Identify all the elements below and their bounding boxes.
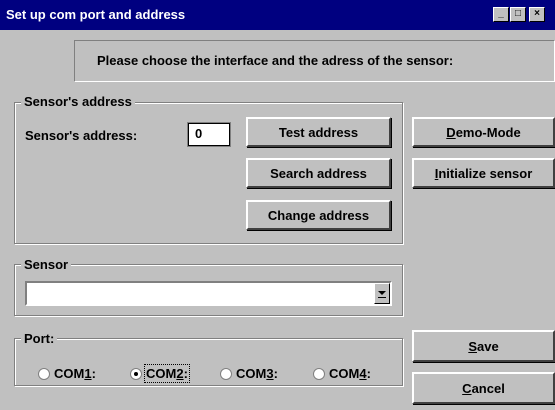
- radio-com1-label: COM1:: [54, 366, 96, 381]
- save-button[interactable]: Save: [412, 330, 555, 362]
- port-group-label: Port:: [21, 331, 58, 346]
- search-address-label: Search address: [270, 165, 367, 181]
- test-address-label: Test address: [278, 124, 359, 140]
- radio-com2-label: COM2:: [144, 364, 190, 383]
- radio-com1[interactable]: COM1:: [38, 366, 96, 381]
- instruction-panel: Please choose the interface and the adre…: [74, 40, 555, 82]
- cancel-button[interactable]: Cancel: [412, 372, 555, 404]
- cancel-label: Cancel: [462, 380, 505, 396]
- initialize-sensor-label: Initialize sensor: [434, 165, 533, 181]
- minimize-button[interactable]: _: [493, 7, 509, 22]
- change-address-button[interactable]: Change address: [246, 200, 391, 230]
- maximize-button[interactable]: □: [510, 7, 526, 22]
- search-address-button[interactable]: Search address: [246, 158, 391, 188]
- radio-com4-indicator: [313, 367, 325, 380]
- radio-com3-indicator: [220, 367, 232, 380]
- radio-com1-indicator: [38, 367, 50, 380]
- radio-com4-label: COM4:: [329, 366, 371, 381]
- test-address-button[interactable]: Test address: [246, 117, 391, 147]
- sensor-group-label: Sensor: [21, 257, 72, 272]
- window-title: Set up com port and address: [6, 7, 186, 22]
- demo-mode-button[interactable]: Demo-Mode: [412, 117, 555, 147]
- minimize-icon: _: [498, 8, 504, 19]
- radio-com3[interactable]: COM3:: [220, 366, 278, 381]
- change-address-label: Change address: [267, 207, 370, 223]
- close-button[interactable]: ×: [529, 7, 545, 22]
- title-bar[interactable]: Set up com port and address _ □ ×: [0, 0, 555, 30]
- radio-com3-label: COM3:: [236, 366, 278, 381]
- dialog-window: Set up com port and address _ □ × Please…: [0, 0, 555, 410]
- instruction-text: Please choose the interface and the adre…: [97, 53, 454, 68]
- save-label: Save: [468, 338, 499, 354]
- sensor-dropdown-button[interactable]: [374, 283, 390, 304]
- close-icon: ×: [534, 8, 540, 19]
- demo-mode-label: Demo-Mode: [446, 124, 521, 140]
- radio-com2-indicator: [130, 367, 142, 380]
- sensor-select[interactable]: [25, 281, 392, 306]
- radio-com4[interactable]: COM4:: [313, 366, 371, 381]
- address-field-label: Sensor's address:: [25, 128, 138, 143]
- address-group-label: Sensor's address: [21, 94, 135, 109]
- address-input[interactable]: 0: [187, 122, 231, 147]
- initialize-sensor-button[interactable]: Initialize sensor: [412, 158, 555, 188]
- chevron-down-icon: [378, 291, 386, 298]
- radio-com2[interactable]: COM2:: [130, 364, 190, 383]
- maximize-icon: □: [514, 8, 522, 19]
